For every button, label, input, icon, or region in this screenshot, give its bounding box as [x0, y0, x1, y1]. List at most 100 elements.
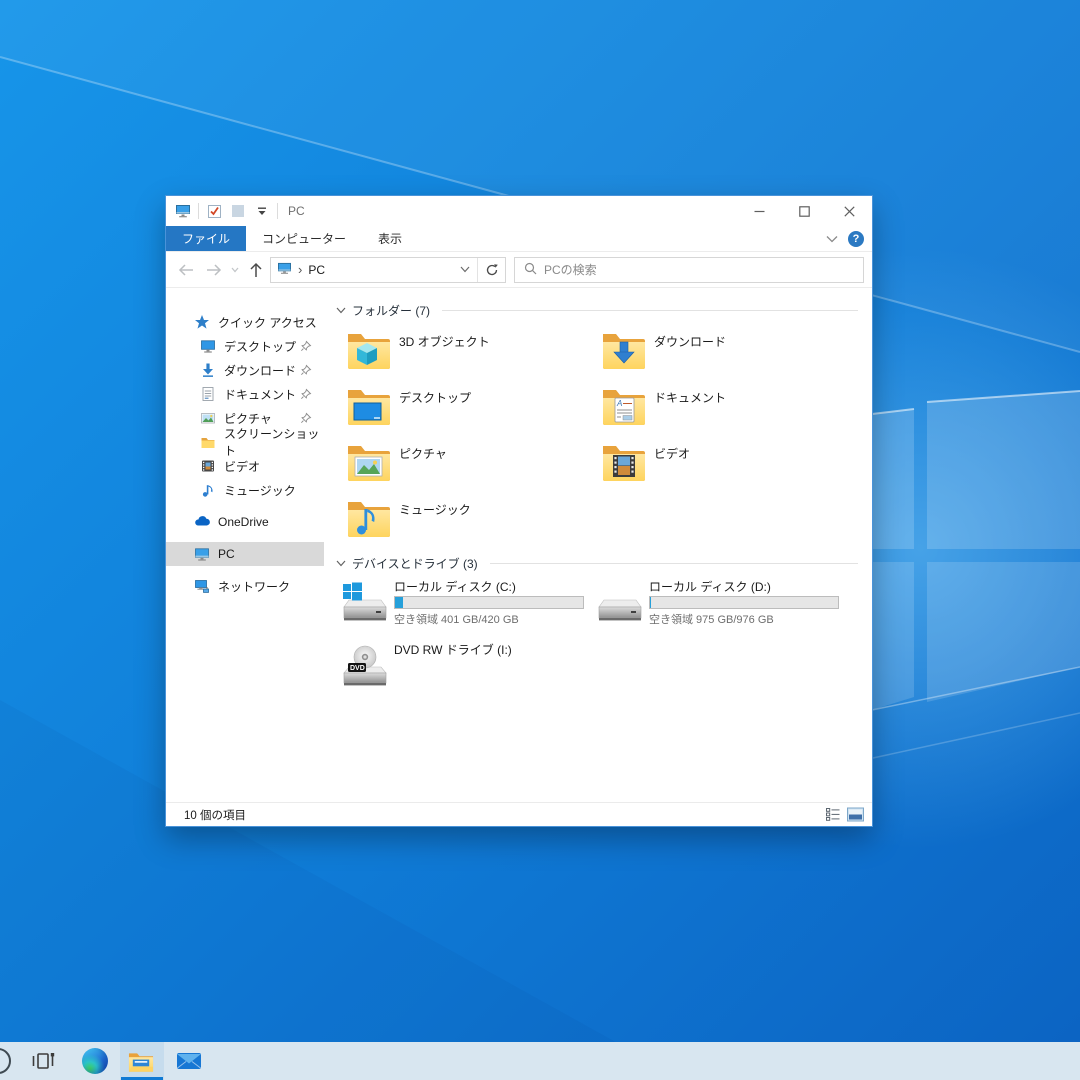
- drives-section-header[interactable]: デバイスとドライブ (3): [336, 555, 862, 571]
- sidebar-item-onedrive[interactable]: OneDrive: [166, 510, 324, 534]
- videos-icon: [200, 458, 216, 474]
- documents-icon: [200, 386, 216, 402]
- downloads-folder-icon: [601, 329, 645, 373]
- pin-icon: [300, 388, 312, 400]
- mail-icon[interactable]: [176, 1048, 202, 1074]
- tab-view[interactable]: 表示: [362, 226, 418, 251]
- folder-item-music[interactable]: ミュージック: [346, 495, 601, 551]
- quick-access-star-icon: [194, 314, 210, 330]
- sidebar-item-quick-access[interactable]: クイック アクセス: [166, 310, 324, 334]
- sidebar-item-music[interactable]: ミュージック: [166, 478, 324, 502]
- pictures-folder-icon: [346, 441, 390, 485]
- navigation-bar: › PC PCの検索: [166, 252, 872, 288]
- pictures-icon: [200, 410, 216, 426]
- refresh-icon[interactable]: [477, 258, 505, 282]
- titlebar: PC: [166, 196, 872, 226]
- window-controls: [737, 196, 872, 226]
- folders-section-header[interactable]: フォルダー (7): [336, 302, 862, 318]
- expand-ribbon-icon[interactable]: [826, 232, 838, 246]
- taskbar: [0, 1042, 1080, 1080]
- pin-icon: [300, 340, 312, 352]
- sidebar-item-network[interactable]: ネットワーク: [166, 574, 324, 598]
- collapse-chevron-icon: [336, 560, 346, 567]
- file-explorer-icon[interactable]: [128, 1048, 154, 1074]
- music-icon: [200, 482, 216, 498]
- hdd-windows-icon: [341, 580, 389, 626]
- pc-icon: [194, 546, 210, 562]
- svg-text:DVD: DVD: [350, 665, 365, 672]
- cortana-icon[interactable]: [0, 1048, 11, 1074]
- search-placeholder: PCの検索: [544, 261, 597, 278]
- edge-icon[interactable]: [82, 1048, 108, 1074]
- desktop-icon: [200, 338, 216, 354]
- folder-item-3d-objects[interactable]: 3D オブジェクト: [346, 327, 601, 383]
- drives-grid: ローカル ディスク (C:) 空き領域 401 GB/420 GB ローカル デ…: [341, 580, 862, 706]
- folder-item-pictures[interactable]: ピクチャ: [346, 439, 601, 495]
- sidebar-item-screenshots[interactable]: スクリーンショット: [166, 430, 324, 454]
- up-button[interactable]: [242, 257, 270, 283]
- sidebar-item-pc[interactable]: PC: [166, 542, 324, 566]
- folders-grid: 3D オブジェクト ダウンロード デスクトップ A ド: [346, 327, 862, 551]
- documents-folder-icon: A: [601, 385, 645, 429]
- sidebar-item-downloads[interactable]: ダウンロード: [166, 358, 324, 382]
- capacity-bar: [649, 596, 839, 609]
- address-dropdown-icon[interactable]: [453, 266, 477, 273]
- forward-button[interactable]: [200, 257, 228, 283]
- sidebar-item-videos[interactable]: ビデオ: [166, 454, 324, 478]
- search-input[interactable]: PCの検索: [514, 257, 864, 283]
- music-folder-icon: [346, 497, 390, 541]
- drive-item-dvd[interactable]: DVD DVD RW ドライブ (I:): [341, 643, 596, 706]
- task-view-icon[interactable]: [30, 1048, 56, 1074]
- collapse-chevron-icon: [336, 307, 346, 314]
- maximize-button[interactable]: [782, 196, 827, 226]
- capacity-fill: [395, 597, 403, 608]
- drive-item-c[interactable]: ローカル ディスク (C:) 空き領域 401 GB/420 GB: [341, 580, 596, 643]
- folder-item-desktop[interactable]: デスクトップ: [346, 383, 601, 439]
- search-icon: [524, 262, 537, 278]
- svg-text:A: A: [616, 399, 622, 408]
- navigation-pane: クイック アクセス デスクトップ ダウンロード ドキュメント: [166, 288, 324, 802]
- file-explorer-window: PC ファイル コンピューター 表示: [165, 195, 873, 827]
- folder-item-downloads[interactable]: ダウンロード: [601, 327, 856, 383]
- minimize-button[interactable]: [737, 196, 782, 226]
- videos-folder-icon: [601, 441, 645, 485]
- network-icon: [194, 578, 210, 594]
- pin-icon: [300, 364, 312, 376]
- hdd-icon: [596, 580, 644, 626]
- details-view-icon[interactable]: [825, 807, 841, 822]
- desktop-folder-icon: [346, 385, 390, 429]
- qat-dropdown-icon[interactable]: [253, 202, 271, 220]
- folder-item-videos[interactable]: ビデオ: [601, 439, 856, 495]
- tab-file[interactable]: ファイル: [166, 226, 246, 251]
- folder-icon: [200, 434, 216, 450]
- back-button[interactable]: [172, 257, 200, 283]
- divider: [277, 203, 278, 219]
- breadcrumb-separator: ›: [296, 262, 304, 277]
- breadcrumb[interactable]: PC: [308, 263, 325, 277]
- sidebar-item-documents[interactable]: ドキュメント: [166, 382, 324, 406]
- section-rule: [490, 563, 858, 564]
- downloads-icon: [200, 362, 216, 378]
- ribbon-tab-bar: ファイル コンピューター 表示 ?: [166, 226, 872, 252]
- drive-item-d[interactable]: ローカル ディスク (D:) 空き領域 975 GB/976 GB: [596, 580, 851, 643]
- large-thumbnail-view-icon[interactable]: [847, 807, 864, 822]
- folder-item-documents[interactable]: A ドキュメント: [601, 383, 856, 439]
- pc-icon: [174, 202, 192, 220]
- onedrive-cloud-icon: [194, 514, 210, 530]
- sidebar-item-desktop[interactable]: デスクトップ: [166, 334, 324, 358]
- item-count: 10 個の項目: [184, 807, 246, 823]
- items-view: フォルダー (7) 3D オブジェクト ダウンロード: [324, 288, 872, 802]
- pc-icon: [277, 262, 292, 278]
- dvd-drive-icon: DVD: [341, 643, 389, 689]
- new-item-icon[interactable]: [229, 202, 247, 220]
- window-title: PC: [288, 204, 305, 218]
- close-button[interactable]: [827, 196, 872, 226]
- 3d-objects-folder-icon: [346, 329, 390, 373]
- address-bar[interactable]: › PC: [270, 257, 506, 283]
- status-bar: 10 個の項目: [166, 802, 872, 826]
- help-icon[interactable]: ?: [848, 231, 864, 247]
- recent-locations-icon[interactable]: [228, 257, 242, 283]
- section-rule: [442, 310, 858, 311]
- tab-computer[interactable]: コンピューター: [246, 226, 362, 251]
- properties-check-icon[interactable]: [205, 202, 223, 220]
